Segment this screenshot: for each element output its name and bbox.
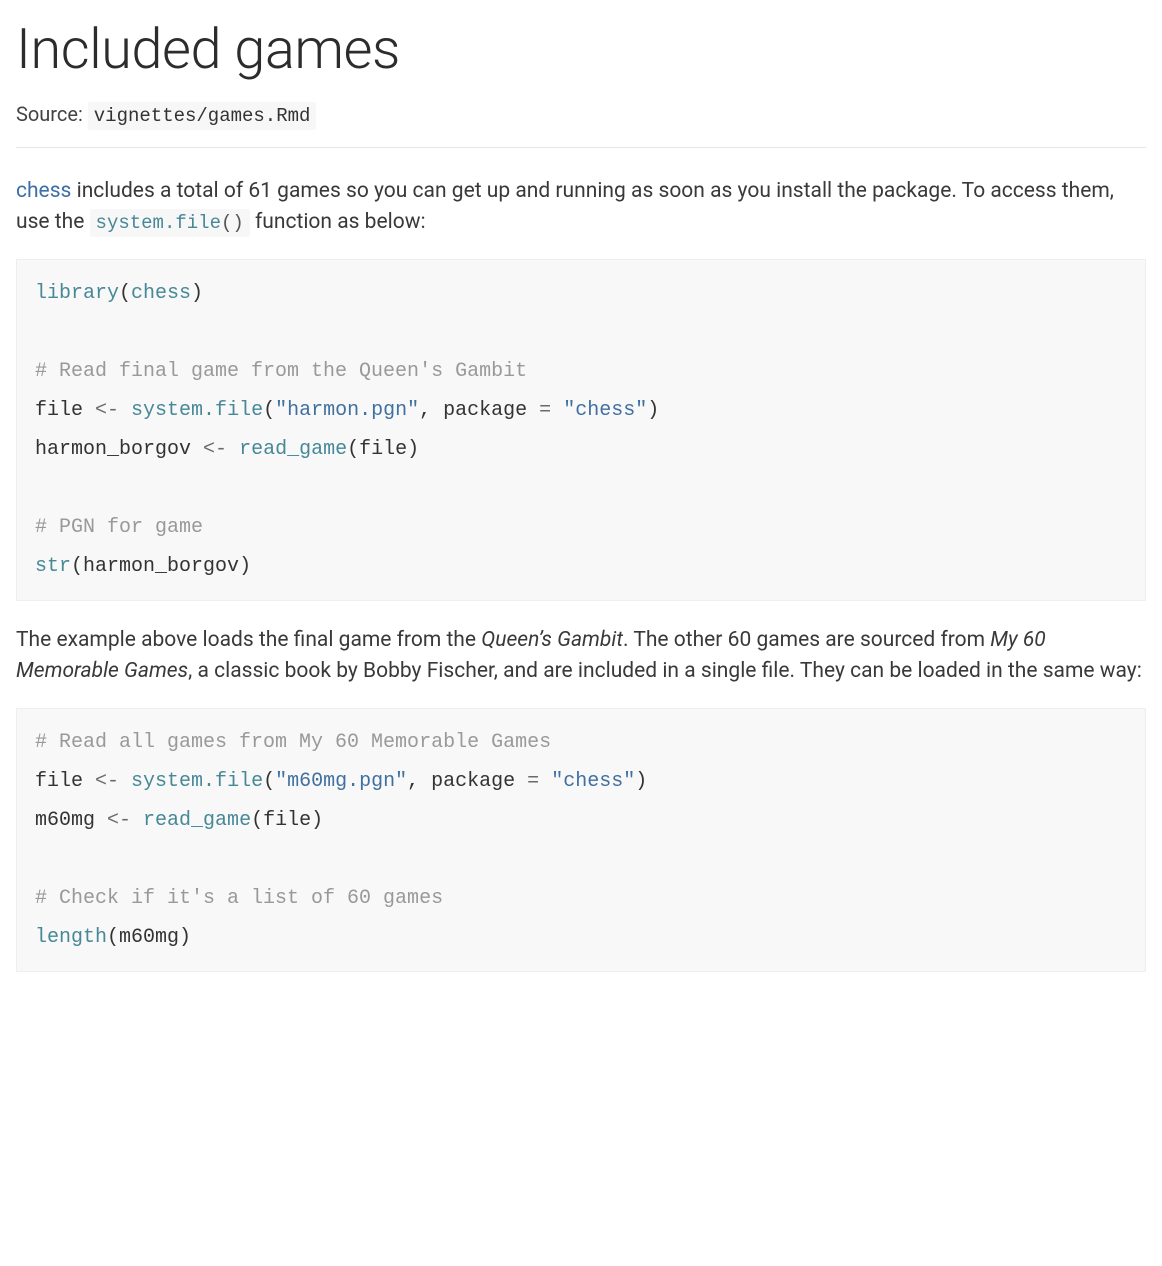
source-path: vignettes/games.Rmd: [88, 102, 317, 130]
page-root: Included games Source: vignettes/games.R…: [0, 0, 1162, 972]
comment: # Check if it's a list of 60 games: [35, 887, 443, 910]
source-label: Source:: [16, 102, 88, 126]
source-line: Source: vignettes/games.Rmd: [16, 99, 1146, 131]
inline-code-systemfile: system.file(): [90, 209, 250, 237]
em-queens-gambit: Queen’s Gambit: [481, 628, 623, 652]
comment: # Read final game from the Queen's Gambi…: [35, 360, 527, 383]
inline-fn: system.file: [96, 212, 221, 234]
comment: # Read all games from My 60 Memorable Ga…: [35, 731, 551, 754]
chess-link[interactable]: chess: [16, 179, 71, 203]
mid-paragraph: The example above loads the final game f…: [16, 625, 1146, 688]
code-block-2: # Read all games from My 60 Memorable Ga…: [16, 708, 1146, 972]
fn-str[interactable]: str: [35, 555, 71, 578]
fn-readgame[interactable]: read_game: [143, 809, 251, 832]
page-title: Included games: [16, 16, 1146, 83]
fn-readgame[interactable]: read_game: [239, 438, 347, 461]
fn-length[interactable]: length: [35, 926, 107, 949]
intro-paragraph: chess includes a total of 61 games so yo…: [16, 176, 1146, 239]
intro-text-b: function as below:: [250, 210, 426, 234]
comment: # PGN for game: [35, 516, 203, 539]
fn-library[interactable]: library: [35, 282, 119, 305]
divider: [16, 147, 1146, 148]
pkg-chess[interactable]: chess: [131, 282, 191, 305]
fn-systemfile[interactable]: system.file: [131, 770, 263, 793]
code-block-1: library(chess) # Read final game from th…: [16, 259, 1146, 601]
inline-parens: (): [221, 212, 244, 234]
fn-systemfile[interactable]: system.file: [131, 399, 263, 422]
